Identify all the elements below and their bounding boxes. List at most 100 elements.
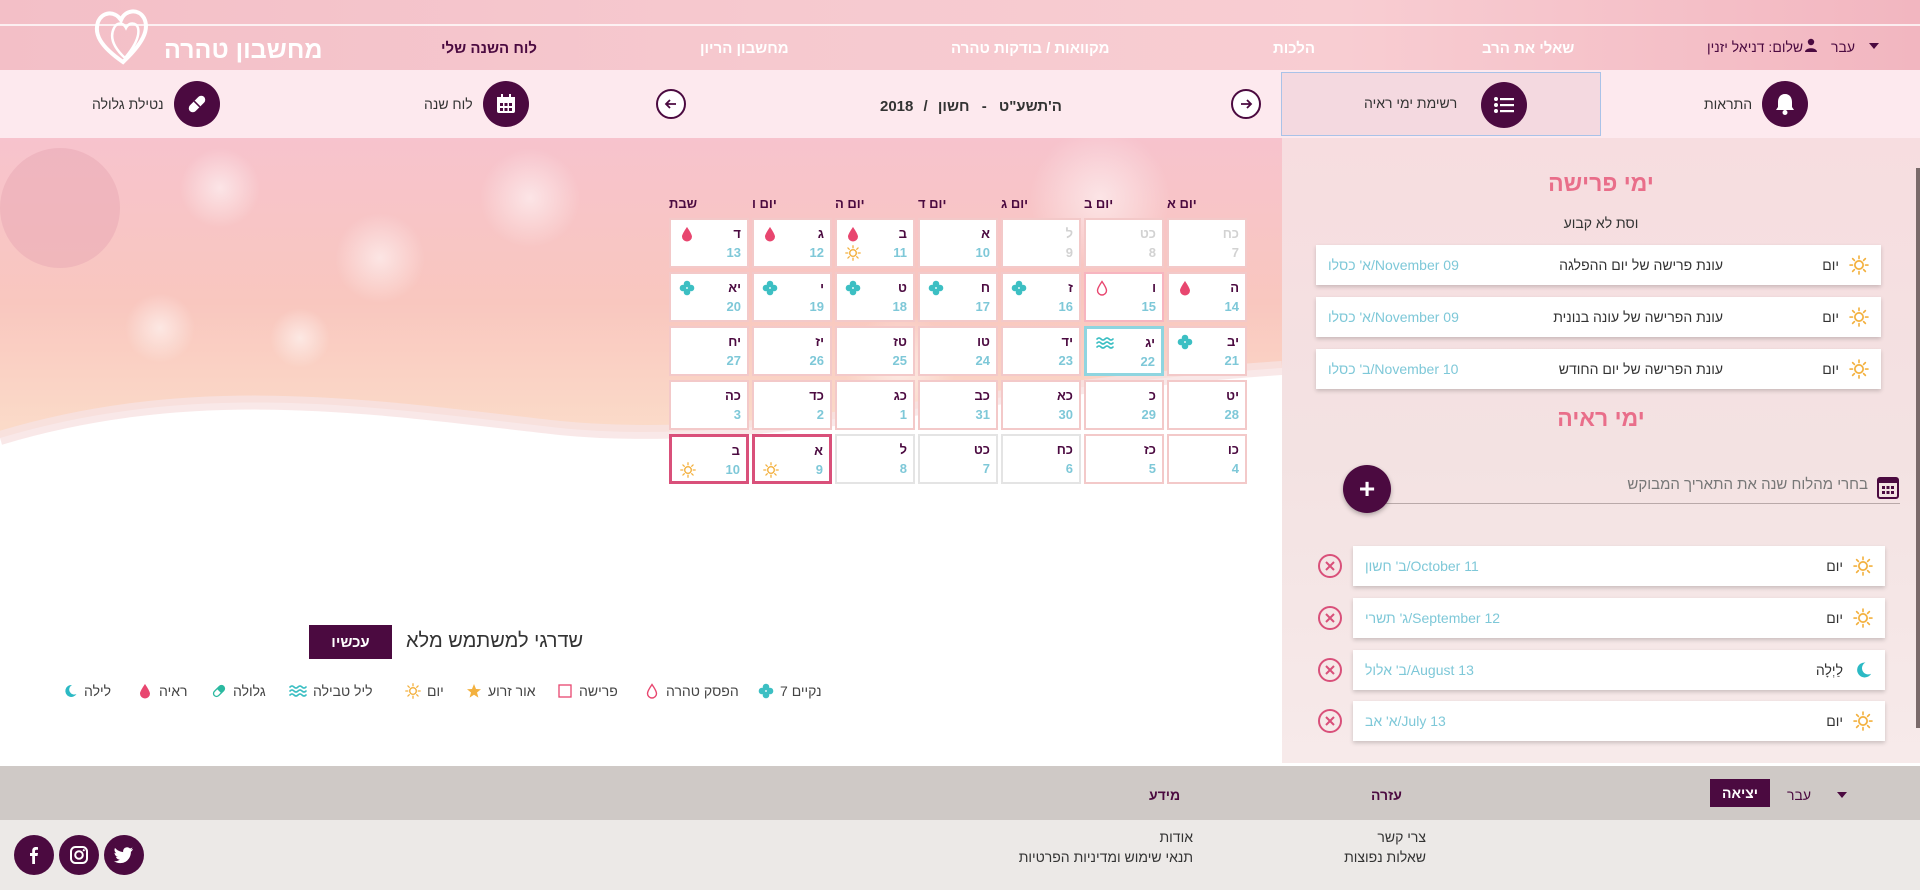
date-picker-field[interactable]: בחרי מהלוח שנה את התאריך המבוקש xyxy=(1352,474,1900,504)
calendar-day-cell[interactable]: כט 7 xyxy=(918,434,998,484)
legend-label: הפסק טהרה xyxy=(666,683,739,699)
calendar-day-cell[interactable]: יז 26 xyxy=(752,326,832,376)
footer-link-faq[interactable]: שאלות נפוצות xyxy=(1344,849,1426,865)
calendar-day-cell[interactable]: ח 17 xyxy=(918,272,998,322)
delete-reiyah-button[interactable] xyxy=(1318,554,1342,578)
calendar-day-cell[interactable]: יט 28 xyxy=(1167,380,1247,430)
footer-language-selector[interactable]: עבר xyxy=(1787,787,1811,803)
prisha-date: א' כסלו/November 09 xyxy=(1328,257,1459,273)
gregorian-date: 7 xyxy=(1231,245,1239,260)
upgrade-now-button[interactable]: עכשיו xyxy=(309,625,392,659)
footer-link-about[interactable]: אודות xyxy=(1160,829,1194,845)
legend-item: 7 נקיים xyxy=(758,683,822,699)
calendar-day-cell[interactable]: טז 25 xyxy=(835,326,915,376)
gregorian-date: 10 xyxy=(725,462,740,477)
reiyah-date: ב' חשון/October 11 xyxy=(1365,558,1479,574)
sun-icon xyxy=(1849,255,1869,275)
calendar-day-cell[interactable]: ב 10 xyxy=(669,434,749,484)
calendar-day-cell[interactable]: כה 3 xyxy=(669,380,749,430)
calendar-day-cell[interactable]: כו 4 xyxy=(1167,434,1247,484)
calendar-day-cell[interactable]: כד 2 xyxy=(752,380,832,430)
calendar-day-cell[interactable]: א 10 xyxy=(918,218,998,268)
calendar-day-cell[interactable]: ד 13 xyxy=(669,218,749,268)
calendar-day-cell[interactable]: ל8 xyxy=(835,434,915,484)
calendar-day-cell[interactable]: כט 8 xyxy=(1084,218,1164,268)
footer-link-terms[interactable]: תנאי שימוש ומדיניות הפרטיות xyxy=(1019,849,1193,865)
nav-halachot[interactable]: הלכות xyxy=(1273,40,1315,57)
calendar-day-cell[interactable]: ז 16 xyxy=(1001,272,1081,322)
calendar-day-cell[interactable]: כח 7 xyxy=(1167,218,1247,268)
prisha-description: עונת פרישה של יום ההפלגה xyxy=(1559,257,1723,273)
legend-item: ליל טבילה xyxy=(289,683,373,699)
gregorian-date: 12 xyxy=(809,245,824,260)
next-month-button[interactable] xyxy=(1231,82,1261,126)
calendar-day-cell[interactable]: ה 14 xyxy=(1167,272,1247,322)
top-navigation-bar: מחשבון טהרה לוח השנה שלי מחשבון הריון מק… xyxy=(0,0,1920,70)
calendar-day-cell[interactable]: ו 15 xyxy=(1084,272,1164,322)
month-name: חשון xyxy=(937,98,970,115)
delete-reiyah-button[interactable] xyxy=(1318,606,1342,630)
current-month-display: 2018 / ה'תשע"ט - חשון xyxy=(880,98,1062,115)
nav-my-calendar[interactable]: לוח השנה שלי xyxy=(441,40,537,57)
reiyah-list-tab[interactable]: רשימת ימי ראיה xyxy=(1281,72,1601,136)
year-gregorian: 2018 xyxy=(880,98,914,115)
panel-scrollbar[interactable] xyxy=(1916,168,1920,728)
calendar-day-cell[interactable]: יח 27 xyxy=(669,326,749,376)
weekday-header: יום א xyxy=(1167,196,1197,211)
footer-link-contact[interactable]: צרי קשר xyxy=(1377,829,1426,845)
calendar-day-cell[interactable]: כח 6 xyxy=(1001,434,1081,484)
waves-icon xyxy=(289,683,307,699)
clover-icon xyxy=(758,683,774,699)
calendar-day-cell[interactable]: י 19 xyxy=(752,272,832,322)
alerts-button[interactable]: התראות xyxy=(1704,81,1809,127)
calendar-day-cell[interactable]: א9 xyxy=(752,434,832,484)
alerts-label: התראות xyxy=(1704,96,1753,112)
legend-label: גלולה xyxy=(233,683,266,699)
logout-button[interactable]: יציאה xyxy=(1710,779,1770,807)
language-selector[interactable]: עבר xyxy=(1831,39,1855,55)
calendar-day-cell[interactable]: יד 23 xyxy=(1001,326,1081,376)
calendar-day-cell[interactable]: כז 5 xyxy=(1084,434,1164,484)
calendar-day-cell[interactable]: ב 11 xyxy=(835,218,915,268)
delete-reiyah-button[interactable] xyxy=(1318,709,1342,733)
moon-icon xyxy=(1853,660,1873,680)
calendar-day-cell[interactable]: יב 21 xyxy=(1167,326,1247,376)
instagram-icon[interactable] xyxy=(59,835,99,875)
calendar-day-cell[interactable]: טו 24 xyxy=(918,326,998,376)
prev-month-button[interactable] xyxy=(656,82,686,126)
calendar-day-cell[interactable]: כב 31 xyxy=(918,380,998,430)
nav-pregnancy-calculator[interactable]: מחשבון הריון xyxy=(700,40,789,57)
calendar-day-cell[interactable]: ט 18 xyxy=(835,272,915,322)
hebrew-date: יט xyxy=(1226,388,1239,403)
hebrew-date: ט xyxy=(898,280,907,295)
calendar-day-cell[interactable]: ל9 xyxy=(1001,218,1081,268)
hebrew-date: י xyxy=(820,280,824,295)
language-dropdown-icon[interactable] xyxy=(1869,43,1879,49)
close-icon xyxy=(1325,716,1335,726)
twitter-icon[interactable] xyxy=(104,835,144,875)
nav-ask-rabbi[interactable]: שאלי את הרב xyxy=(1482,40,1574,57)
calendar-day-cell[interactable]: כא 30 xyxy=(1001,380,1081,430)
close-icon xyxy=(1325,665,1335,675)
facebook-icon[interactable] xyxy=(14,835,54,875)
take-pill-label: נטילת גלולה xyxy=(92,96,164,112)
add-reiyah-button[interactable]: + xyxy=(1343,465,1391,513)
footer-language-dropdown-icon[interactable] xyxy=(1837,792,1847,798)
calendar-day-cell[interactable]: ג 12 xyxy=(752,218,832,268)
take-pill-button[interactable]: נטילת גלולה xyxy=(92,81,220,127)
calendar-day-cell[interactable]: כ 29 xyxy=(1084,380,1164,430)
user-icon xyxy=(1805,38,1817,52)
sun-icon xyxy=(1849,307,1869,327)
calendar-day-cell[interactable]: יג 22 xyxy=(1084,326,1164,376)
legend-item: ראיה xyxy=(137,683,188,699)
legend-item: אור זרוע xyxy=(466,683,536,699)
legend-label: ליל טבילה xyxy=(313,683,373,699)
logo[interactable]: מחשבון טהרה xyxy=(92,6,322,66)
drop-outline-icon xyxy=(1094,280,1110,296)
nav-mikvaot[interactable]: מקוואות / בודקות טהרה xyxy=(951,40,1110,57)
calendar-day-cell[interactable]: יא 20 xyxy=(669,272,749,322)
prisha-row: ב' כסלו/November 10 עונת הפרישה של יום הח… xyxy=(1316,349,1881,389)
year-calendar-button[interactable]: לוח שנה xyxy=(424,81,529,127)
calendar-day-cell[interactable]: כג 1 xyxy=(835,380,915,430)
delete-reiyah-button[interactable] xyxy=(1318,658,1342,682)
